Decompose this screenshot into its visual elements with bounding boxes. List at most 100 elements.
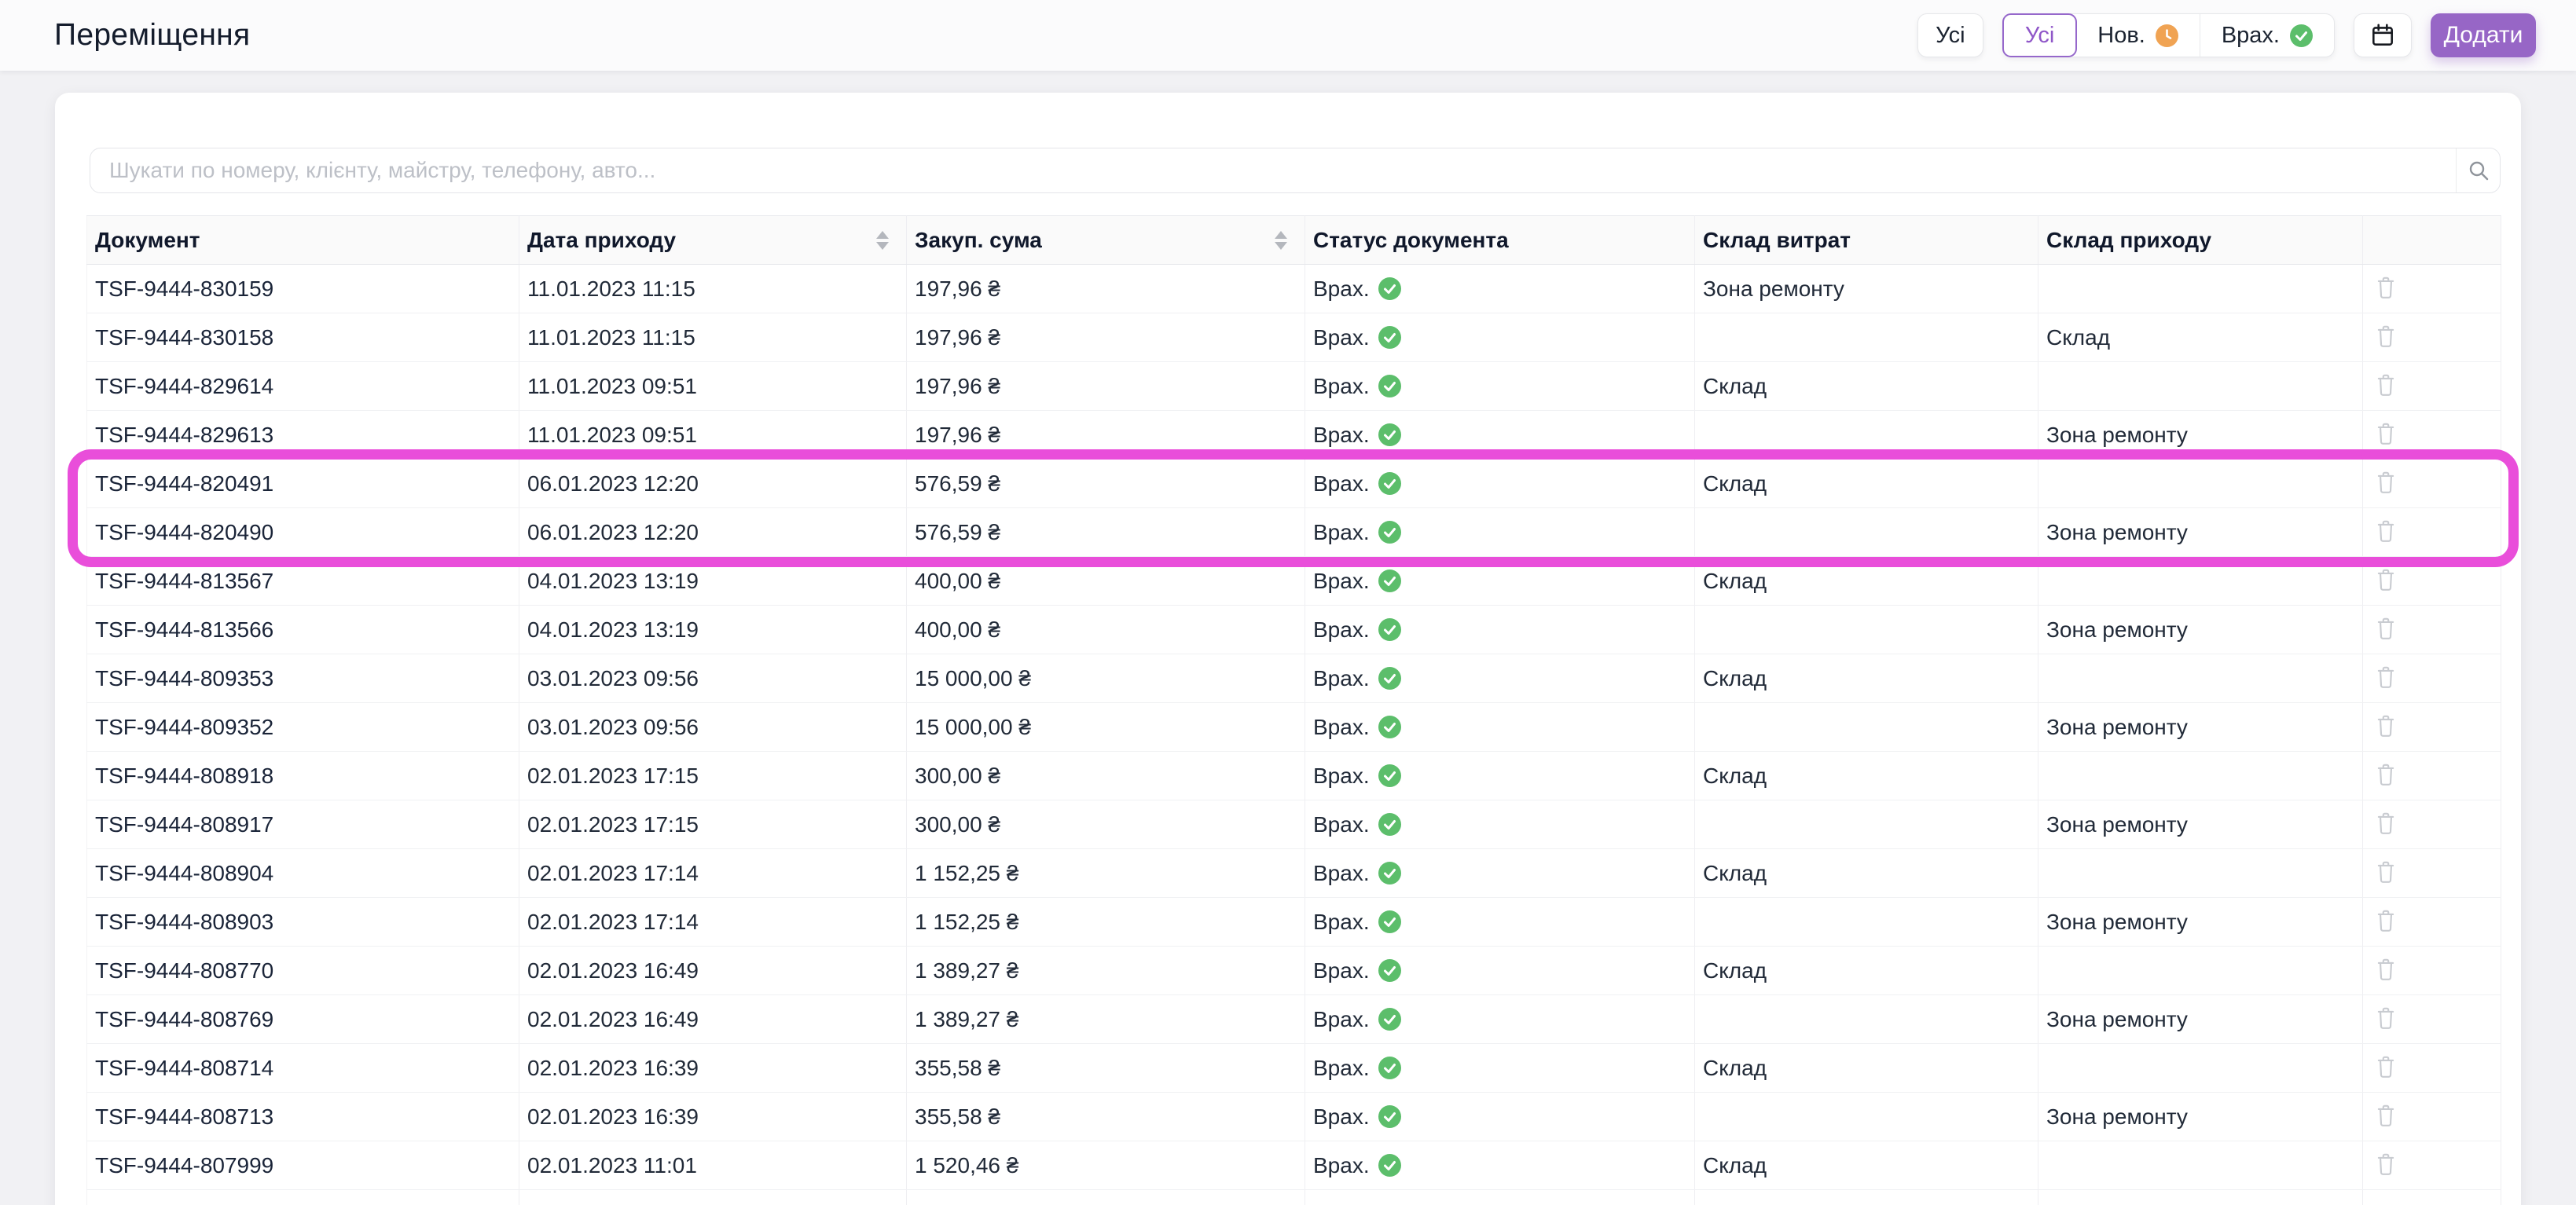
- document-cell[interactable]: TSF-9444-808769: [86, 994, 519, 1044]
- expense-warehouse-cell: [1694, 702, 2038, 752]
- delete-button[interactable]: [2371, 613, 2396, 640]
- document-cell[interactable]: TSF-9444-808903: [86, 897, 519, 947]
- add-button[interactable]: Додати: [2431, 13, 2536, 57]
- document-cell[interactable]: TSF-9444-808770: [86, 946, 519, 995]
- delete-button[interactable]: [2371, 857, 2396, 884]
- delete-button[interactable]: [2371, 662, 2396, 689]
- delete-button[interactable]: [2371, 1003, 2396, 1030]
- delete-button[interactable]: [2371, 1149, 2396, 1176]
- topbar-controls: Усі Усі Нов. Врах. Додати: [1917, 13, 2536, 57]
- table-row[interactable]: TSF-9444-808713 02.01.2023 16:39 355,58 …: [86, 1092, 2501, 1141]
- table-header: Документ Дата приходу Закуп. сума Статус…: [86, 215, 2501, 265]
- delete-button[interactable]: [2371, 808, 2396, 835]
- arrival-warehouse-cell: [2038, 459, 2363, 508]
- sort-icon[interactable]: [876, 230, 889, 250]
- delete-button[interactable]: [2371, 711, 2396, 738]
- segment-new[interactable]: Нов.: [2076, 14, 2200, 57]
- status-label: Врах.: [1313, 617, 1370, 642]
- table-row[interactable]: TSF-9444-808904 02.01.2023 17:14 1 152,2…: [86, 848, 2501, 898]
- table-row[interactable]: TSF-9444-808903 02.01.2023 17:14 1 152,2…: [86, 897, 2501, 947]
- document-cell[interactable]: TSF-9444-809353: [86, 654, 519, 703]
- arrival-date-cell: 04.01.2023 13:19: [519, 605, 907, 654]
- document-cell[interactable]: TSF-9444-809352: [86, 702, 519, 752]
- column-header-purchase-sum[interactable]: Закуп. сума: [906, 215, 1305, 265]
- table-row[interactable]: TSF-9444-808714 02.01.2023 16:39 355,58 …: [86, 1043, 2501, 1093]
- expense-warehouse-cell: Склад: [1694, 361, 2038, 411]
- column-header-arrival-date[interactable]: Дата приходу: [519, 215, 907, 265]
- status-cell: Врах.: [1305, 897, 1695, 947]
- check-circle-icon: [1378, 910, 1401, 933]
- status-cell: Врах.: [1305, 459, 1695, 508]
- delete-button[interactable]: [2371, 954, 2396, 981]
- document-cell[interactable]: TSF-9444-829613: [86, 410, 519, 460]
- table-row[interactable]: TSF-9444-830158 11.01.2023 11:15 197,96 …: [86, 313, 2501, 362]
- search-input[interactable]: [90, 148, 2456, 192]
- status-cell: Врах.: [1305, 313, 1695, 362]
- table-row[interactable]: TSF-9444-820491 06.01.2023 12:20 576,59 …: [86, 459, 2501, 508]
- document-cell[interactable]: TSF-9444-820491: [86, 459, 519, 508]
- delete-button[interactable]: [2371, 370, 2396, 397]
- expense-warehouse-cell: Склад: [1694, 1043, 2038, 1093]
- segment-accounted[interactable]: Врах.: [2199, 14, 2334, 57]
- delete-button[interactable]: [2371, 760, 2396, 786]
- arrival-warehouse-cell: [2038, 1043, 2363, 1093]
- delete-button[interactable]: [2371, 273, 2396, 299]
- document-cell[interactable]: TSF-9444-808918: [86, 751, 519, 800]
- status-label: Врах.: [1313, 714, 1370, 739]
- delete-button[interactable]: [2371, 516, 2396, 543]
- document-cell[interactable]: TSF-9444-813566: [86, 605, 519, 654]
- table-row[interactable]: TSF-9444-829614 11.01.2023 09:51 197,96 …: [86, 361, 2501, 411]
- document-cell[interactable]: TSF-9444-820490: [86, 507, 519, 557]
- segment-new-label: Нов.: [2097, 22, 2145, 48]
- status-label: Врах.: [1313, 373, 1370, 398]
- table-row[interactable]: TSF-9444-808917 02.01.2023 17:15 300,00 …: [86, 800, 2501, 849]
- document-cell[interactable]: TSF-9444-808917: [86, 800, 519, 849]
- table-row[interactable]: TSF-9444-829613 11.01.2023 09:51 197,96 …: [86, 410, 2501, 460]
- filter-all-button[interactable]: Усі: [1917, 13, 1983, 57]
- delete-button[interactable]: [2371, 1101, 2396, 1127]
- table-row[interactable]: TSF-9444-808918 02.01.2023 17:15 300,00 …: [86, 751, 2501, 800]
- arrival-warehouse-cell: Зона ремонту: [2038, 507, 2363, 557]
- document-cell[interactable]: TSF-9444-830159: [86, 264, 519, 313]
- table-row[interactable]: TSF-9444-807999 02.01.2023 11:01 1 520,4…: [86, 1141, 2501, 1190]
- status-cell: Врах.: [1305, 556, 1695, 606]
- document-cell[interactable]: TSF-9444-813567: [86, 556, 519, 606]
- table-body: TSF-9444-830159 11.01.2023 11:15 197,96 …: [86, 264, 2501, 1205]
- delete-button[interactable]: [2371, 419, 2396, 445]
- status-label: Врах.: [1313, 665, 1370, 690]
- table-row[interactable]: TSF-9444-809352 03.01.2023 09:56 15 000,…: [86, 702, 2501, 752]
- delete-button[interactable]: [2371, 565, 2396, 592]
- delete-button[interactable]: [2371, 321, 2396, 348]
- actions-cell: [2362, 556, 2501, 606]
- purchase-sum-cell: 576,59 ₴: [906, 459, 1305, 508]
- sort-icon[interactable]: [1275, 230, 1287, 250]
- document-cell[interactable]: TSF-9444-808714: [86, 1043, 519, 1093]
- table-row[interactable]: TSF-9444-820490 06.01.2023 12:20 576,59 …: [86, 507, 2501, 557]
- table-row[interactable]: TSF-9444-830159 11.01.2023 11:15 197,96 …: [86, 264, 2501, 313]
- document-cell[interactable]: TSF-9444-807999: [86, 1141, 519, 1190]
- arrival-date-cell: 02.01.2023 11:01: [519, 1141, 907, 1190]
- document-cell[interactable]: TSF-9444-808904: [86, 848, 519, 898]
- table-row[interactable]: TSF-9444-808769 02.01.2023 16:49 1 389,2…: [86, 994, 2501, 1044]
- table-row[interactable]: TSF-9444-813566 04.01.2023 13:19 400,00 …: [86, 605, 2501, 654]
- search-button[interactable]: [2456, 148, 2500, 192]
- delete-button[interactable]: [2371, 467, 2396, 494]
- check-circle-icon: [1378, 1008, 1401, 1031]
- purchase-sum-cell: 197,96 ₴: [906, 361, 1305, 411]
- purchase-sum-cell: 1 152,25 ₴: [906, 848, 1305, 898]
- document-cell[interactable]: TSF-9444-808713: [86, 1092, 519, 1141]
- calendar-button[interactable]: [2354, 13, 2412, 57]
- delete-button[interactable]: [2371, 906, 2396, 932]
- segment-all[interactable]: Усі: [2002, 13, 2078, 57]
- document-cell[interactable]: TSF-9444-830158: [86, 313, 519, 362]
- table-row[interactable]: TSF-9444-813567 04.01.2023 13:19 400,00 …: [86, 556, 2501, 606]
- table-row[interactable]: TSF-9444-809353 03.01.2023 09:56 15 000,…: [86, 654, 2501, 703]
- document-cell[interactable]: TSF-9444-829614: [86, 361, 519, 411]
- trash-icon: [2376, 324, 2396, 348]
- purchase-sum-cell: 15 000,00 ₴: [906, 654, 1305, 703]
- status-cell: Врах.: [1305, 507, 1695, 557]
- status-cell: Врах.: [1305, 410, 1695, 460]
- delete-button[interactable]: [2371, 1052, 2396, 1079]
- status-label: Врах.: [1313, 860, 1370, 885]
- table-row[interactable]: TSF-9444-808770 02.01.2023 16:49 1 389,2…: [86, 946, 2501, 995]
